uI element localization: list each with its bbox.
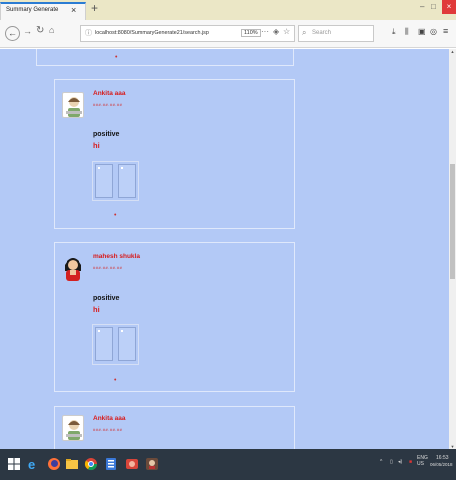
post-author[interactable]: mahesh shukla	[93, 253, 140, 260]
post-card	[54, 79, 295, 229]
reload-icon[interactable]: ↻	[36, 25, 44, 36]
url-text[interactable]: localhost:8080/SummaryGenerate21/search.…	[95, 30, 209, 36]
chrome-icon[interactable]	[84, 457, 98, 471]
card-divider-dot: •	[115, 54, 118, 61]
post-meta: ###.##.##.##	[93, 102, 123, 107]
post-comment: hi	[93, 141, 100, 150]
minimize-button[interactable]: –	[420, 2, 424, 11]
back-arrow-icon[interactable]: ←	[5, 26, 20, 41]
post-card	[54, 406, 295, 449]
search-placeholder: Search	[312, 30, 332, 36]
windows-start-icon[interactable]	[7, 457, 21, 471]
volume-icon[interactable]: ◂)	[398, 459, 402, 465]
card-divider-dot: •	[114, 377, 117, 384]
search-icon: ⌕	[302, 28, 307, 37]
tab-close-icon[interactable]: ×	[71, 5, 76, 15]
new-tab-button[interactable]: +	[91, 1, 98, 15]
internet-explorer-icon[interactable]: e	[27, 457, 41, 471]
post-card	[54, 242, 295, 392]
tray-chevron-icon[interactable]: ^	[380, 459, 382, 465]
clock-time[interactable]: 16:53	[436, 455, 449, 461]
account-icon[interactable]: ◎	[430, 27, 437, 36]
user-avatar-icon	[62, 415, 84, 441]
post-meta: ###.##.##.##	[93, 427, 123, 432]
post-card: •	[36, 49, 294, 66]
address-bar[interactable]: ⓘ localhost:8080/SummaryGenerate21/searc…	[80, 25, 295, 42]
svg-text:e: e	[28, 457, 35, 471]
post-author[interactable]: Ankita aaa	[93, 415, 126, 422]
home-icon[interactable]: ⌂	[49, 25, 54, 35]
post-author[interactable]: Ankita aaa	[93, 90, 126, 97]
file-explorer-icon[interactable]	[65, 457, 79, 471]
sidebar-icon[interactable]: ▣	[418, 27, 426, 36]
app-icon-blue[interactable]	[104, 457, 118, 471]
tab-bar: Summary Generate × + – □ ×	[0, 0, 456, 20]
page-actions-icon[interactable]: ···	[261, 27, 269, 36]
user-avatar-icon	[62, 92, 84, 118]
image-thumbnail[interactable]	[118, 164, 136, 198]
firefox-icon[interactable]	[47, 457, 61, 471]
bookmark-star-icon[interactable]: ☆	[283, 27, 290, 36]
browser-tab[interactable]: Summary Generate ×	[0, 2, 86, 20]
image-thumbnail[interactable]	[95, 164, 113, 198]
notification-badge-icon[interactable]: ■	[409, 459, 412, 465]
maximize-button[interactable]: □	[431, 2, 436, 11]
clock-date[interactable]: 06/05/2018	[430, 462, 453, 467]
scroll-up-arrow-icon[interactable]: ▲	[449, 49, 456, 54]
download-icon[interactable]: ⤓	[392, 27, 396, 37]
user-avatar-icon	[62, 253, 84, 281]
post-meta: ###.##.##.##	[93, 265, 123, 270]
image-thumbnail[interactable]	[118, 327, 136, 361]
language-indicator[interactable]: ENG US	[417, 455, 428, 467]
hamburger-menu-icon[interactable]: ≡	[443, 26, 448, 36]
forward-arrow-icon[interactable]: →	[23, 26, 32, 36]
info-icon[interactable]: ⓘ	[85, 28, 92, 38]
zoom-level-badge[interactable]: 110%	[241, 29, 261, 37]
close-window-button[interactable]: ×	[442, 0, 456, 14]
library-icon[interactable]: ⫼	[405, 27, 409, 37]
post-sentiment: positive	[93, 295, 120, 302]
image-thumbnail[interactable]	[95, 327, 113, 361]
post-sentiment: positive	[93, 131, 120, 138]
network-icon[interactable]: ▯	[390, 459, 393, 465]
vertical-scrollbar[interactable]: ▲ ▼	[449, 49, 456, 449]
search-box[interactable]: ⌕ Search	[298, 25, 374, 42]
tab-title: Summary Generate	[6, 7, 59, 13]
scroll-thumb[interactable]	[450, 164, 455, 279]
app-icon-dark[interactable]	[145, 457, 159, 471]
post-comment: hi	[93, 305, 100, 314]
page-content: • Ankita aaa ###.##.##.## positive hi • …	[0, 49, 449, 449]
card-divider-dot: •	[114, 212, 117, 219]
app-icon-red[interactable]	[125, 457, 139, 471]
navigation-bar: ← → ↻ ⌂ ⓘ localhost:8080/SummaryGenerate…	[0, 20, 456, 48]
pocket-icon[interactable]: ◈	[273, 27, 279, 36]
